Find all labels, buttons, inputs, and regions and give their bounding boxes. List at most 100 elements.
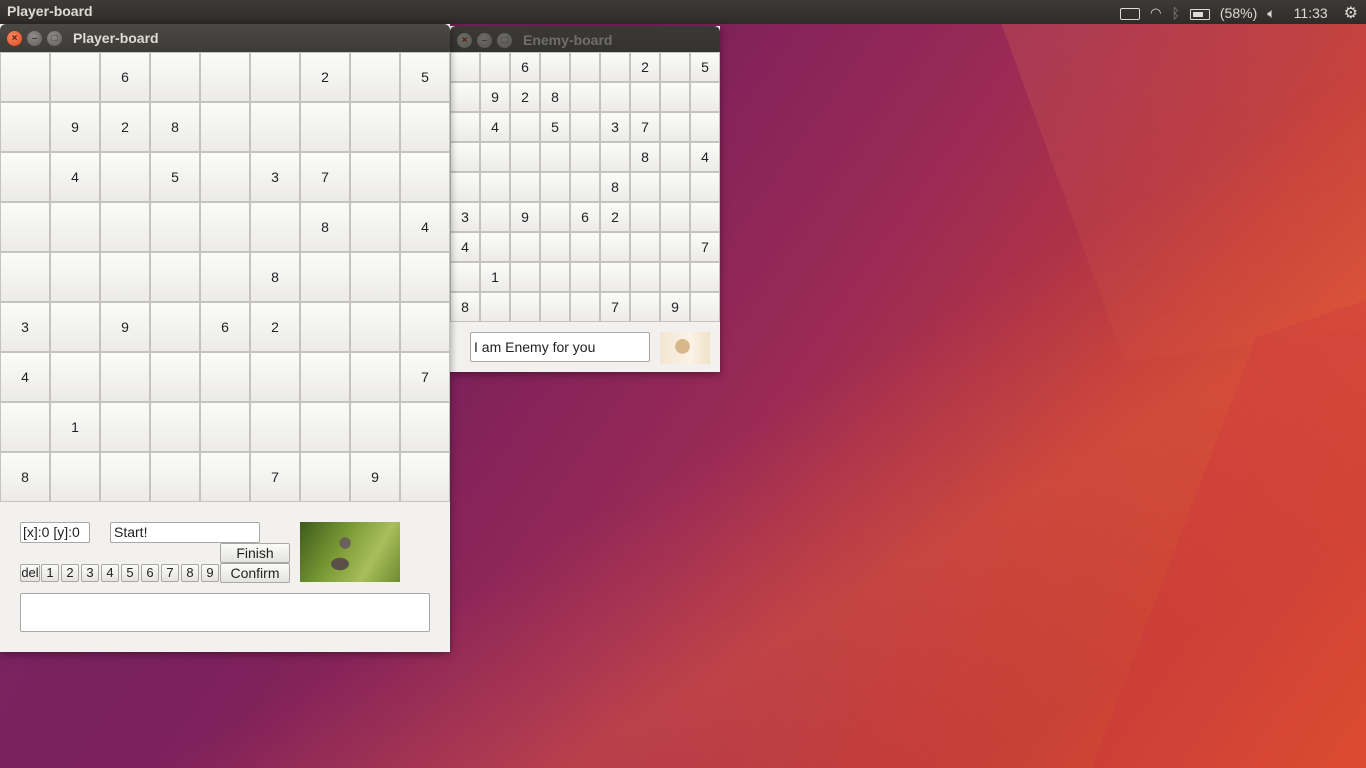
bluetooth-icon[interactable]: ᛒ <box>1171 5 1179 21</box>
grid-cell[interactable] <box>600 142 630 172</box>
confirm-button[interactable]: Confirm <box>220 563 290 583</box>
grid-cell[interactable] <box>300 352 350 402</box>
grid-cell[interactable] <box>200 352 250 402</box>
grid-cell[interactable] <box>350 402 400 452</box>
grid-cell[interactable] <box>510 172 540 202</box>
coordinates-field[interactable]: [x]:0 [y]:0 <box>20 522 90 543</box>
grid-cell[interactable] <box>450 82 480 112</box>
grid-cell[interactable] <box>150 402 200 452</box>
grid-cell[interactable] <box>150 352 200 402</box>
grid-cell[interactable]: 2 <box>600 202 630 232</box>
grid-cell[interactable]: 9 <box>480 82 510 112</box>
minimize-icon[interactable]: – <box>27 31 42 46</box>
grid-cell[interactable] <box>50 202 100 252</box>
grid-cell[interactable] <box>400 152 450 202</box>
grid-cell[interactable] <box>660 82 690 112</box>
grid-cell[interactable]: 8 <box>0 452 50 502</box>
number-button-3[interactable]: 3 <box>81 564 99 582</box>
grid-cell[interactable] <box>600 52 630 82</box>
grid-cell[interactable]: 4 <box>400 202 450 252</box>
grid-cell[interactable]: 4 <box>0 352 50 402</box>
grid-cell[interactable] <box>570 82 600 112</box>
grid-cell[interactable]: 8 <box>450 292 480 322</box>
grid-cell[interactable]: 8 <box>250 252 300 302</box>
wifi-icon[interactable]: ◠ <box>1150 5 1161 21</box>
grid-cell[interactable] <box>630 202 660 232</box>
grid-cell[interactable] <box>250 352 300 402</box>
clock[interactable]: 11:33 <box>1294 5 1328 21</box>
grid-cell[interactable] <box>0 152 50 202</box>
grid-cell[interactable] <box>540 52 570 82</box>
grid-cell[interactable] <box>200 452 250 502</box>
grid-cell[interactable] <box>510 292 540 322</box>
grid-cell[interactable]: 5 <box>400 52 450 102</box>
grid-cell[interactable]: 7 <box>600 292 630 322</box>
grid-cell[interactable]: 4 <box>690 142 720 172</box>
grid-cell[interactable]: 9 <box>660 292 690 322</box>
grid-cell[interactable] <box>50 352 100 402</box>
grid-cell[interactable] <box>630 262 660 292</box>
grid-cell[interactable] <box>570 142 600 172</box>
grid-cell[interactable] <box>540 262 570 292</box>
grid-cell[interactable] <box>400 102 450 152</box>
grid-cell[interactable] <box>200 52 250 102</box>
grid-cell[interactable] <box>350 102 400 152</box>
grid-cell[interactable] <box>690 262 720 292</box>
grid-cell[interactable] <box>150 252 200 302</box>
keyboard-icon[interactable] <box>1120 8 1141 20</box>
grid-cell[interactable] <box>690 82 720 112</box>
grid-cell[interactable] <box>100 352 150 402</box>
grid-cell[interactable] <box>450 52 480 82</box>
grid-cell[interactable] <box>0 102 50 152</box>
grid-cell[interactable] <box>200 252 250 302</box>
grid-cell[interactable] <box>690 112 720 142</box>
grid-cell[interactable] <box>690 172 720 202</box>
grid-cell[interactable] <box>540 142 570 172</box>
grid-cell[interactable] <box>600 262 630 292</box>
grid-cell[interactable] <box>250 102 300 152</box>
grid-cell[interactable] <box>540 232 570 262</box>
number-button-4[interactable]: 4 <box>101 564 119 582</box>
grid-cell[interactable] <box>350 302 400 352</box>
grid-cell[interactable]: 1 <box>50 402 100 452</box>
grid-cell[interactable]: 5 <box>540 112 570 142</box>
grid-cell[interactable]: 7 <box>690 232 720 262</box>
grid-cell[interactable]: 9 <box>350 452 400 502</box>
grid-cell[interactable]: 2 <box>510 82 540 112</box>
grid-cell[interactable] <box>300 252 350 302</box>
grid-cell[interactable]: 6 <box>100 52 150 102</box>
grid-cell[interactable] <box>570 292 600 322</box>
grid-cell[interactable] <box>200 402 250 452</box>
grid-cell[interactable]: 4 <box>450 232 480 262</box>
grid-cell[interactable]: 7 <box>250 452 300 502</box>
grid-cell[interactable] <box>540 172 570 202</box>
grid-cell[interactable] <box>510 112 540 142</box>
grid-cell[interactable] <box>50 52 100 102</box>
grid-cell[interactable]: 3 <box>600 112 630 142</box>
grid-cell[interactable]: 8 <box>150 102 200 152</box>
grid-cell[interactable] <box>660 142 690 172</box>
grid-cell[interactable]: 6 <box>510 52 540 82</box>
grid-cell[interactable] <box>570 112 600 142</box>
grid-cell[interactable] <box>630 82 660 112</box>
grid-cell[interactable] <box>450 142 480 172</box>
enemy-message-field[interactable]: I am Enemy for you <box>470 332 650 362</box>
grid-cell[interactable] <box>570 232 600 262</box>
player-titlebar[interactable]: × – □ Player-board <box>0 24 450 52</box>
grid-cell[interactable] <box>250 402 300 452</box>
number-button-6[interactable]: 6 <box>141 564 159 582</box>
grid-cell[interactable] <box>630 172 660 202</box>
grid-cell[interactable] <box>150 452 200 502</box>
grid-cell[interactable] <box>100 452 150 502</box>
number-button-8[interactable]: 8 <box>181 564 199 582</box>
grid-cell[interactable] <box>510 232 540 262</box>
battery-icon[interactable] <box>1189 8 1210 20</box>
grid-cell[interactable] <box>200 102 250 152</box>
grid-cell[interactable] <box>250 52 300 102</box>
enemy-titlebar[interactable]: × – □ Enemy-board <box>450 26 720 54</box>
grid-cell[interactable] <box>400 302 450 352</box>
grid-cell[interactable] <box>100 402 150 452</box>
grid-cell[interactable] <box>0 402 50 452</box>
grid-cell[interactable] <box>50 452 100 502</box>
grid-cell[interactable] <box>250 202 300 252</box>
